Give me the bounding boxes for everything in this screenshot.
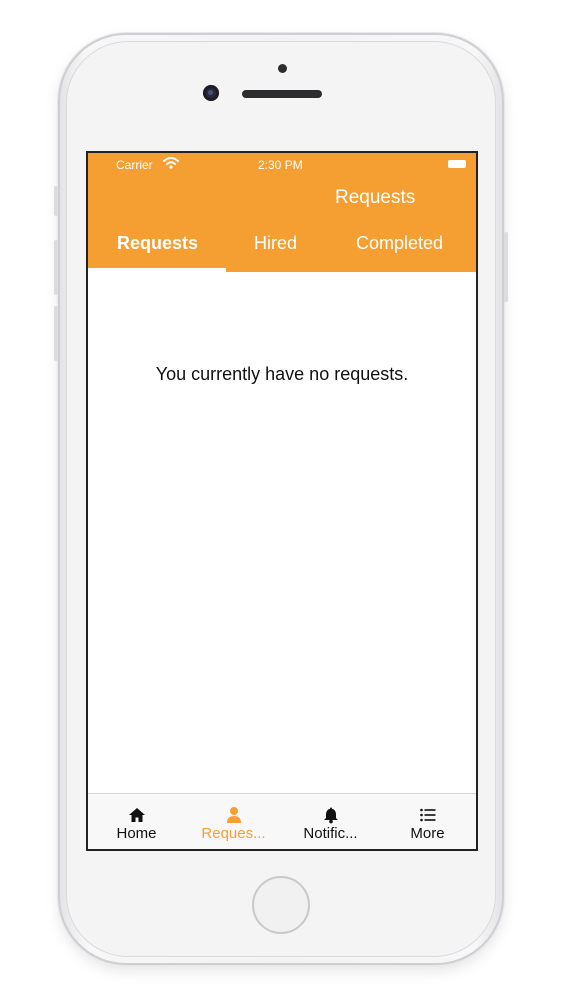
home-button[interactable]: [252, 876, 310, 934]
home-icon: [128, 808, 145, 822]
person-icon: [226, 807, 241, 823]
phone-side-button: [54, 240, 58, 295]
tabbar-label-requests: Reques...: [201, 825, 266, 842]
list-icon: [419, 808, 435, 822]
empty-state-message: You currently have no requests.: [155, 364, 409, 384]
bottom-tab-bar: Home Reques... Notific... More: [88, 793, 476, 849]
app-header: Carrier 2:30 PM Requests Requests Hired …: [88, 153, 476, 272]
wifi-icon: [163, 157, 179, 169]
tabbar-item-notifications[interactable]: Notific...: [282, 794, 379, 849]
phone-side-button: [54, 306, 58, 361]
tab-hired[interactable]: Hired: [254, 233, 297, 254]
page-title: Requests: [335, 187, 416, 208]
tab-completed[interactable]: Completed: [356, 233, 443, 254]
tabbar-label-more: More: [410, 825, 445, 842]
tabbar-label-notifications: Notific...: [303, 825, 358, 842]
bell-icon: [323, 807, 338, 824]
status-time: 2:30 PM: [258, 158, 303, 172]
active-tab-indicator: [88, 268, 226, 272]
proximity-sensor: [278, 64, 287, 73]
phone-side-button: [54, 186, 58, 216]
front-camera: [203, 85, 219, 101]
tabbar-item-more[interactable]: More: [379, 794, 476, 849]
tab-requests[interactable]: Requests: [117, 233, 198, 254]
tabbar-item-requests[interactable]: Reques...: [185, 794, 282, 849]
tabbar-item-home[interactable]: Home: [88, 794, 185, 849]
tabbar-label-home: Home: [116, 825, 157, 842]
carrier-label: Carrier: [116, 158, 153, 172]
battery-icon: [448, 160, 466, 168]
earpiece-speaker: [242, 90, 322, 98]
app-screen: Carrier 2:30 PM Requests Requests Hired …: [86, 151, 478, 851]
phone-side-button: [504, 232, 508, 302]
